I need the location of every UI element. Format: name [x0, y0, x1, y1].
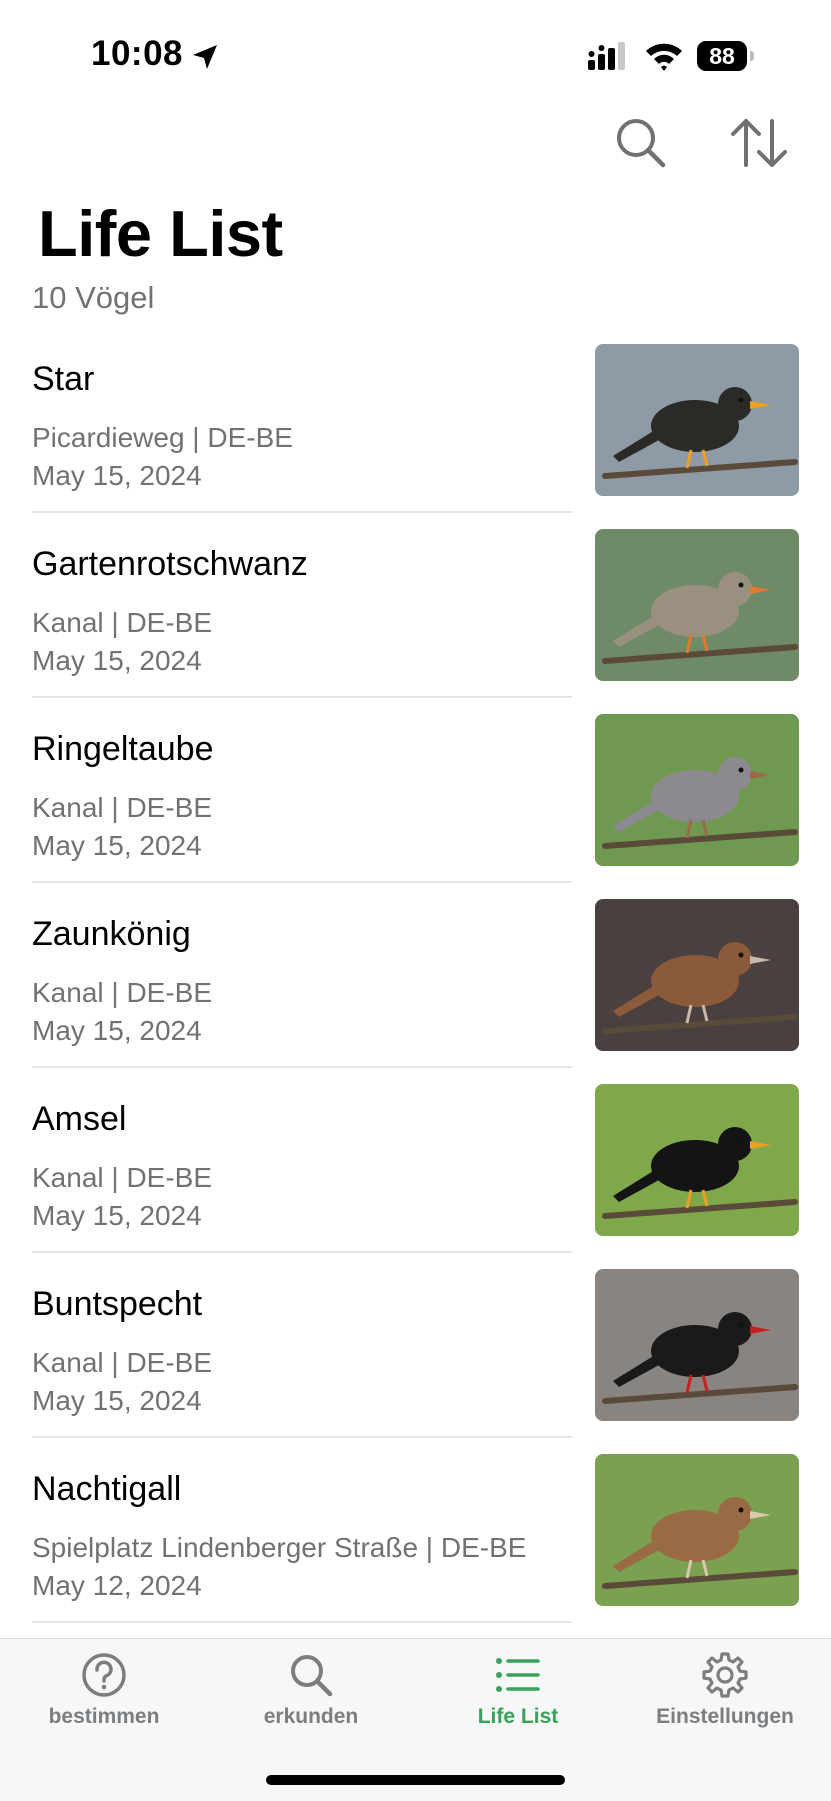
bird-location: Spielplatz Lindenberger Straße | DE-BE: [32, 1532, 527, 1563]
sort-button[interactable]: [729, 115, 789, 171]
tab-erkunden[interactable]: erkunden: [211, 1651, 411, 1751]
tab-bestimmen[interactable]: bestimmen: [4, 1651, 204, 1751]
status-bar: 10:08 88: [0, 0, 831, 110]
divider: [32, 511, 572, 513]
bird-name: Buntspecht: [32, 1285, 203, 1323]
tab-label: bestimmen: [48, 1705, 160, 1728]
bird-photo-graphic: [595, 899, 799, 1051]
bird-photo-graphic: [595, 529, 799, 681]
tab-label: Einstellungen: [656, 1705, 794, 1728]
bird-name: Ringeltaube: [32, 730, 214, 768]
bird-photo-graphic: [595, 1084, 799, 1236]
search-icon: [291, 1655, 333, 1697]
bird-date: May 15, 2024: [32, 645, 202, 676]
tab-life-list[interactable]: Life List: [418, 1651, 618, 1751]
bird-name: Amsel: [32, 1100, 127, 1138]
bird-photo-graphic: [595, 1269, 799, 1421]
question-circle-icon: [82, 1653, 126, 1697]
list-item[interactable]: Nachtigall Spielplatz Lindenberger Straß…: [0, 1446, 831, 1631]
list-item[interactable]: Amsel Kanal | DE-BE May 15, 2024: [0, 1076, 831, 1261]
battery-indicator: 88: [697, 41, 757, 71]
tab-einstellungen[interactable]: Einstellungen: [625, 1651, 825, 1751]
bird-date: May 15, 2024: [32, 1015, 202, 1046]
bird-photo-graphic: [595, 344, 799, 496]
bird-date: May 12, 2024: [32, 1570, 202, 1601]
list-item[interactable]: Buntspecht Kanal | DE-BE May 15, 2024: [0, 1261, 831, 1446]
bird-date: May 15, 2024: [32, 1385, 202, 1416]
tab-label: erkunden: [263, 1705, 359, 1728]
bird-location: Kanal | DE-BE: [32, 792, 213, 823]
bird-name: Nachtigall: [32, 1470, 182, 1508]
bird-date: May 15, 2024: [32, 1200, 202, 1231]
list-item[interactable]: Star Picardieweg | DE-BE May 15, 2024: [0, 336, 831, 521]
tab-label: Life List: [477, 1705, 559, 1728]
divider: [32, 1066, 572, 1068]
wifi-icon: [646, 43, 682, 71]
location-arrow-icon: [193, 45, 217, 69]
cellular-signal-icon: [588, 42, 625, 70]
bird-photo: [595, 529, 799, 681]
search-button[interactable]: [613, 115, 669, 171]
bird-count: 10 Vögel: [32, 280, 155, 315]
bird-photo: [595, 714, 799, 866]
battery-cap: [750, 51, 754, 61]
list-item[interactable]: Ringeltaube Kanal | DE-BE May 15, 2024: [0, 706, 831, 891]
page-title: Life List: [38, 197, 283, 270]
bird-name: Gartenrotschwanz: [32, 545, 308, 583]
bird-name: Star: [32, 360, 95, 398]
bird-photo: [595, 1454, 799, 1606]
list-item[interactable]: Zaunkönig Kanal | DE-BE May 15, 2024: [0, 891, 831, 1076]
battery-level: 88: [697, 41, 747, 71]
home-indicator: [266, 1775, 565, 1785]
divider: [32, 881, 572, 883]
divider: [32, 696, 572, 698]
bird-date: May 15, 2024: [32, 830, 202, 861]
bird-location: Kanal | DE-BE: [32, 607, 213, 638]
bird-photo-graphic: [595, 714, 799, 866]
status-time: 10:08: [91, 34, 184, 73]
divider: [32, 1251, 572, 1253]
list-icon: [496, 1658, 540, 1692]
bird-photo: [595, 1269, 799, 1421]
bird-photo: [595, 1084, 799, 1236]
divider: [32, 1436, 572, 1438]
bird-photo-graphic: [595, 1454, 799, 1606]
gear-icon: [702, 1652, 748, 1698]
bird-location: Picardieweg | DE-BE: [32, 422, 293, 453]
bird-location: Kanal | DE-BE: [32, 1347, 213, 1378]
bird-date: May 15, 2024: [32, 460, 202, 491]
search-icon: [617, 119, 666, 168]
bird-name: Zaunkönig: [32, 915, 191, 953]
bird-location: Kanal | DE-BE: [32, 977, 213, 1008]
bird-location: Kanal | DE-BE: [32, 1162, 213, 1193]
sort-icon: [731, 119, 787, 167]
bird-photo: [595, 344, 799, 496]
list-item[interactable]: Gartenrotschwanz Kanal | DE-BE May 15, 2…: [0, 521, 831, 706]
bird-photo: [595, 899, 799, 1051]
divider: [32, 1621, 572, 1623]
